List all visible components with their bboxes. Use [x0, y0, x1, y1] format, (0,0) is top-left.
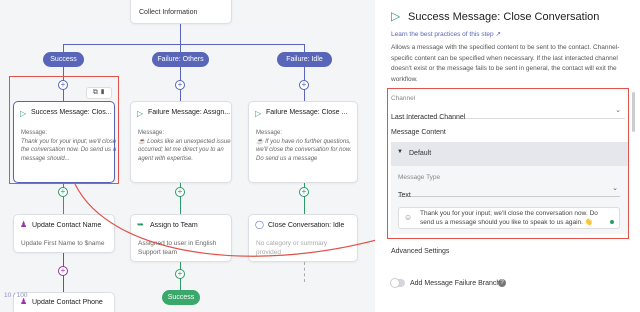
branch-failure-others[interactable]: Failure: Others — [152, 52, 209, 67]
panel-description: Allows a message with the specified cont… — [391, 44, 620, 83]
status-dot — [610, 220, 614, 224]
branch-failure-idle[interactable]: Failure: Idle — [277, 52, 332, 67]
node-title: Failure Message: Close ... — [266, 109, 348, 116]
node-body: Assigned to user in English Support team — [138, 240, 217, 256]
counter: 10 / 100 — [4, 292, 28, 299]
node-title: Assign to Team — [150, 222, 198, 229]
add-step-button[interactable]: + — [58, 187, 68, 197]
channel-label: Channel — [391, 95, 416, 102]
toggle-knob — [390, 278, 400, 288]
scrollbar[interactable] — [632, 92, 635, 132]
add-step-button[interactable]: + — [299, 80, 309, 90]
workflow-canvas[interactable]: Collect Information Success Failure: Oth… — [0, 0, 375, 312]
node-body: Message: ☕ Looks like an unexpected issu… — [138, 129, 234, 163]
message-label: Message: — [138, 130, 165, 136]
add-step-button[interactable]: + — [58, 266, 68, 276]
update-contact-name-node[interactable]: ♟ Update Contact Name Update First Name … — [13, 214, 115, 253]
send-icon: ▷ — [255, 109, 262, 118]
default-section-body: Message Type Text ⌄ ☺ Thank you for your… — [391, 166, 628, 234]
failure-branch-toggle[interactable] — [390, 278, 405, 288]
add-step-button[interactable]: + — [175, 187, 185, 197]
failure-message-assign-node[interactable]: ▷ Failure Message: Assign... Message: ☕ … — [130, 101, 232, 183]
message-content-label: Message Content — [391, 129, 446, 136]
message-text: ☕ If you have no further questions, we'l… — [256, 138, 352, 162]
send-icon: ▷ — [391, 9, 401, 23]
connector — [180, 44, 181, 52]
advanced-settings-label: Advanced Settings — [391, 248, 450, 255]
help-icon[interactable]: ? — [498, 279, 506, 287]
node-title: Collect Information — [139, 9, 198, 16]
user-edit-icon: ♟ — [20, 220, 28, 229]
node-body: No category or summary provided — [256, 240, 328, 256]
connector — [63, 44, 304, 45]
selection-highlight — [9, 76, 119, 184]
channel-select[interactable]: Last Interacted Channel ⌄ — [391, 106, 625, 121]
add-step-button[interactable]: + — [299, 187, 309, 197]
add-step-button[interactable]: + — [175, 80, 185, 90]
node-title: Close Conversation: Idle — [268, 222, 345, 229]
step-config-panel: ▷ Success Message: Close Conversation Le… — [375, 0, 640, 312]
message-type-label: Message Type — [398, 174, 441, 181]
send-icon: ▷ — [137, 109, 144, 118]
node-body: Message: ☕ If you have no further questi… — [256, 129, 352, 163]
assign-icon: ➥ — [137, 220, 144, 229]
default-section-header[interactable]: ▼ Default — [391, 142, 628, 166]
add-step-button[interactable]: + — [175, 269, 185, 279]
connector — [304, 262, 305, 282]
panel-title: Success Message: Close Conversation — [408, 11, 600, 23]
chevron-down-icon: ⌄ — [612, 185, 618, 192]
emoji-icon[interactable]: ☺ — [404, 213, 412, 222]
failure-branch-label: Add Message Failure Branch — [410, 280, 501, 287]
message-text-input[interactable]: ☺ Thank you for your input; we'll close … — [398, 207, 620, 229]
success-end-pill[interactable]: Success — [162, 290, 200, 305]
branch-success[interactable]: Success — [43, 52, 84, 67]
message-label: Message: — [256, 130, 283, 136]
collect-information-node[interactable]: Collect Information — [130, 0, 232, 24]
external-link-icon[interactable]: ↗ — [495, 31, 500, 38]
default-label: Default — [409, 150, 432, 157]
learn-link-text[interactable]: Learn the best practices of this step — [391, 31, 494, 38]
assign-to-team-node[interactable]: ➥ Assign to Team Assigned to user in Eng… — [130, 214, 232, 262]
learn-link[interactable]: Learn the best practices of this step ↗ — [391, 30, 501, 38]
update-contact-phone-node[interactable]: ♟ Update Contact Phone — [13, 292, 115, 312]
message-type-value: Text — [398, 192, 411, 199]
failure-message-close-node[interactable]: ▷ Failure Message: Close ... Message: ☕ … — [248, 101, 358, 183]
node-title: Failure Message: Assign... — [148, 109, 230, 116]
chevron-down-icon: ⌄ — [615, 107, 621, 114]
connector — [180, 24, 181, 44]
channel-value: Last Interacted Channel — [391, 114, 466, 121]
connector — [304, 44, 305, 52]
chevron-down-icon: ▼ — [397, 149, 403, 155]
message-text: ☕ Looks like an unexpected issue occurre… — [138, 138, 231, 162]
chat-close-icon: ◯ — [255, 220, 264, 229]
message-text: Thank you for your input; we'll close th… — [420, 210, 598, 226]
node-title: Update Contact Phone — [32, 299, 103, 306]
connector — [63, 44, 64, 52]
node-body: Update First Name to $name — [21, 240, 105, 247]
message-type-select[interactable]: Text ⌄ — [398, 184, 620, 199]
node-title: Update Contact Name — [32, 222, 102, 229]
close-conversation-idle-node[interactable]: ◯ Close Conversation: Idle No category o… — [248, 214, 358, 262]
